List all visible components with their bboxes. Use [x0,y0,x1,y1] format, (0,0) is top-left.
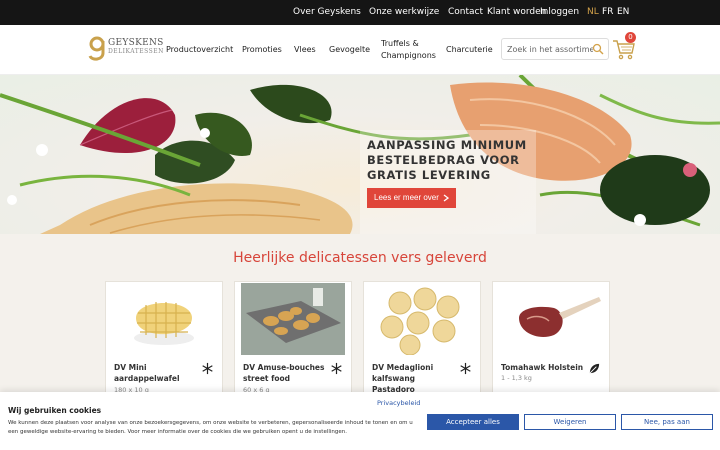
nav-truffels-line2[interactable]: Champignons [381,51,436,60]
decline-button[interactable]: Weigeren [524,414,616,430]
search-icon[interactable] [592,43,604,55]
nav-vlees[interactable]: Vlees [294,45,316,54]
nav-truffels-line1[interactable]: Truffels & [381,39,419,48]
hero-banner: AANPASSING MINIMUM BESTELBEDRAG VOOR GRA… [0,75,720,234]
product-name[interactable]: DV Medaglioni kalfswang Pastadoro [372,362,456,395]
nav-charcuterie[interactable]: Charcuterie [446,45,493,54]
hero-text-panel: AANPASSING MINIMUM BESTELBEDRAG VOOR GRA… [360,130,536,234]
search-input[interactable] [507,42,593,57]
product-card[interactable]: DV Amuse-bouches street food 60 x 6 g [234,281,352,401]
hero-title-line-2: BESTELBEDRAG VOOR [367,153,520,167]
language-fr[interactable]: FR [602,7,613,17]
section-title: Heerlijke delicatessen vers geleverd [233,250,487,266]
product-image-medaglioni[interactable] [370,283,474,355]
main-header: GEYSKENS DELIKATESSEN Productoverzicht P… [0,25,720,75]
product-name[interactable]: Tomahawk Holstein [501,362,585,373]
customize-button[interactable]: Nee, pas aan [621,414,713,430]
logo-subtitle: DELIKATESSEN [108,48,164,55]
product-name[interactable]: DV Mini aardappelwafel [114,362,198,384]
cart-count-badge: 0 [625,32,636,43]
nav-productoverzicht[interactable]: Productoverzicht [166,45,233,54]
accept-all-button[interactable]: Accepteer alles [427,414,519,430]
nav-gevogelte[interactable]: Gevogelte [329,45,370,54]
snowflake-icon [460,362,471,375]
hero-title-line-3: GRATIS LEVERING [367,168,491,182]
search-box[interactable] [501,38,609,60]
product-name[interactable]: DV Amuse-bouches street food [243,362,327,384]
topbar-link-onze-werkwijze[interactable]: Onze werkwijze [369,7,439,17]
product-card[interactable]: DV Mini aardappelwafel 180 x 10 g [105,281,223,401]
snowflake-icon [202,362,213,375]
cookie-banner: Privacybeleid Wij gebruiken cookies We k… [0,392,720,450]
product-card[interactable]: Tomahawk Holstein 1 - 1,3 kg [492,281,610,401]
topbar-link-inloggen[interactable]: Inloggen [540,7,579,17]
product-image-tomahawk[interactable] [499,283,603,355]
privacy-policy-link[interactable]: Privacybeleid [377,399,420,407]
product-card[interactable]: DV Medaglioni kalfswang Pastadoro [363,281,481,401]
product-image-mini-aardappelwafel[interactable] [112,283,216,355]
leaf-icon [589,363,600,374]
hero-title-line-1: AANPASSING MINIMUM [367,138,527,152]
logo-name[interactable]: GEYSKENS [108,38,164,48]
chevron-right-icon [443,194,449,202]
snowflake-icon [331,362,342,375]
logo-g-icon[interactable] [88,35,106,63]
top-bar: Over Geyskens Onze werkwijze Contact Kla… [0,0,720,25]
read-more-label: Lees er meer over [374,193,439,202]
product-qty: 1 - 1,3 kg [501,374,532,382]
topbar-link-contact[interactable]: Contact [448,7,483,17]
topbar-link-over-geyskens[interactable]: Over Geyskens [293,7,361,17]
nav-promoties[interactable]: Promoties [242,45,282,54]
topbar-link-klant-worden[interactable]: Klant worden [487,7,546,17]
cookie-title: Wij gebruiken cookies [8,406,102,415]
cookie-text: We kunnen deze plaatsen voor analyse van… [8,420,413,435]
product-image-amuse-bouches[interactable] [241,283,345,355]
read-more-button[interactable]: Lees er meer over [367,188,456,208]
language-nl[interactable]: NL [587,7,599,17]
language-en[interactable]: EN [617,7,629,17]
